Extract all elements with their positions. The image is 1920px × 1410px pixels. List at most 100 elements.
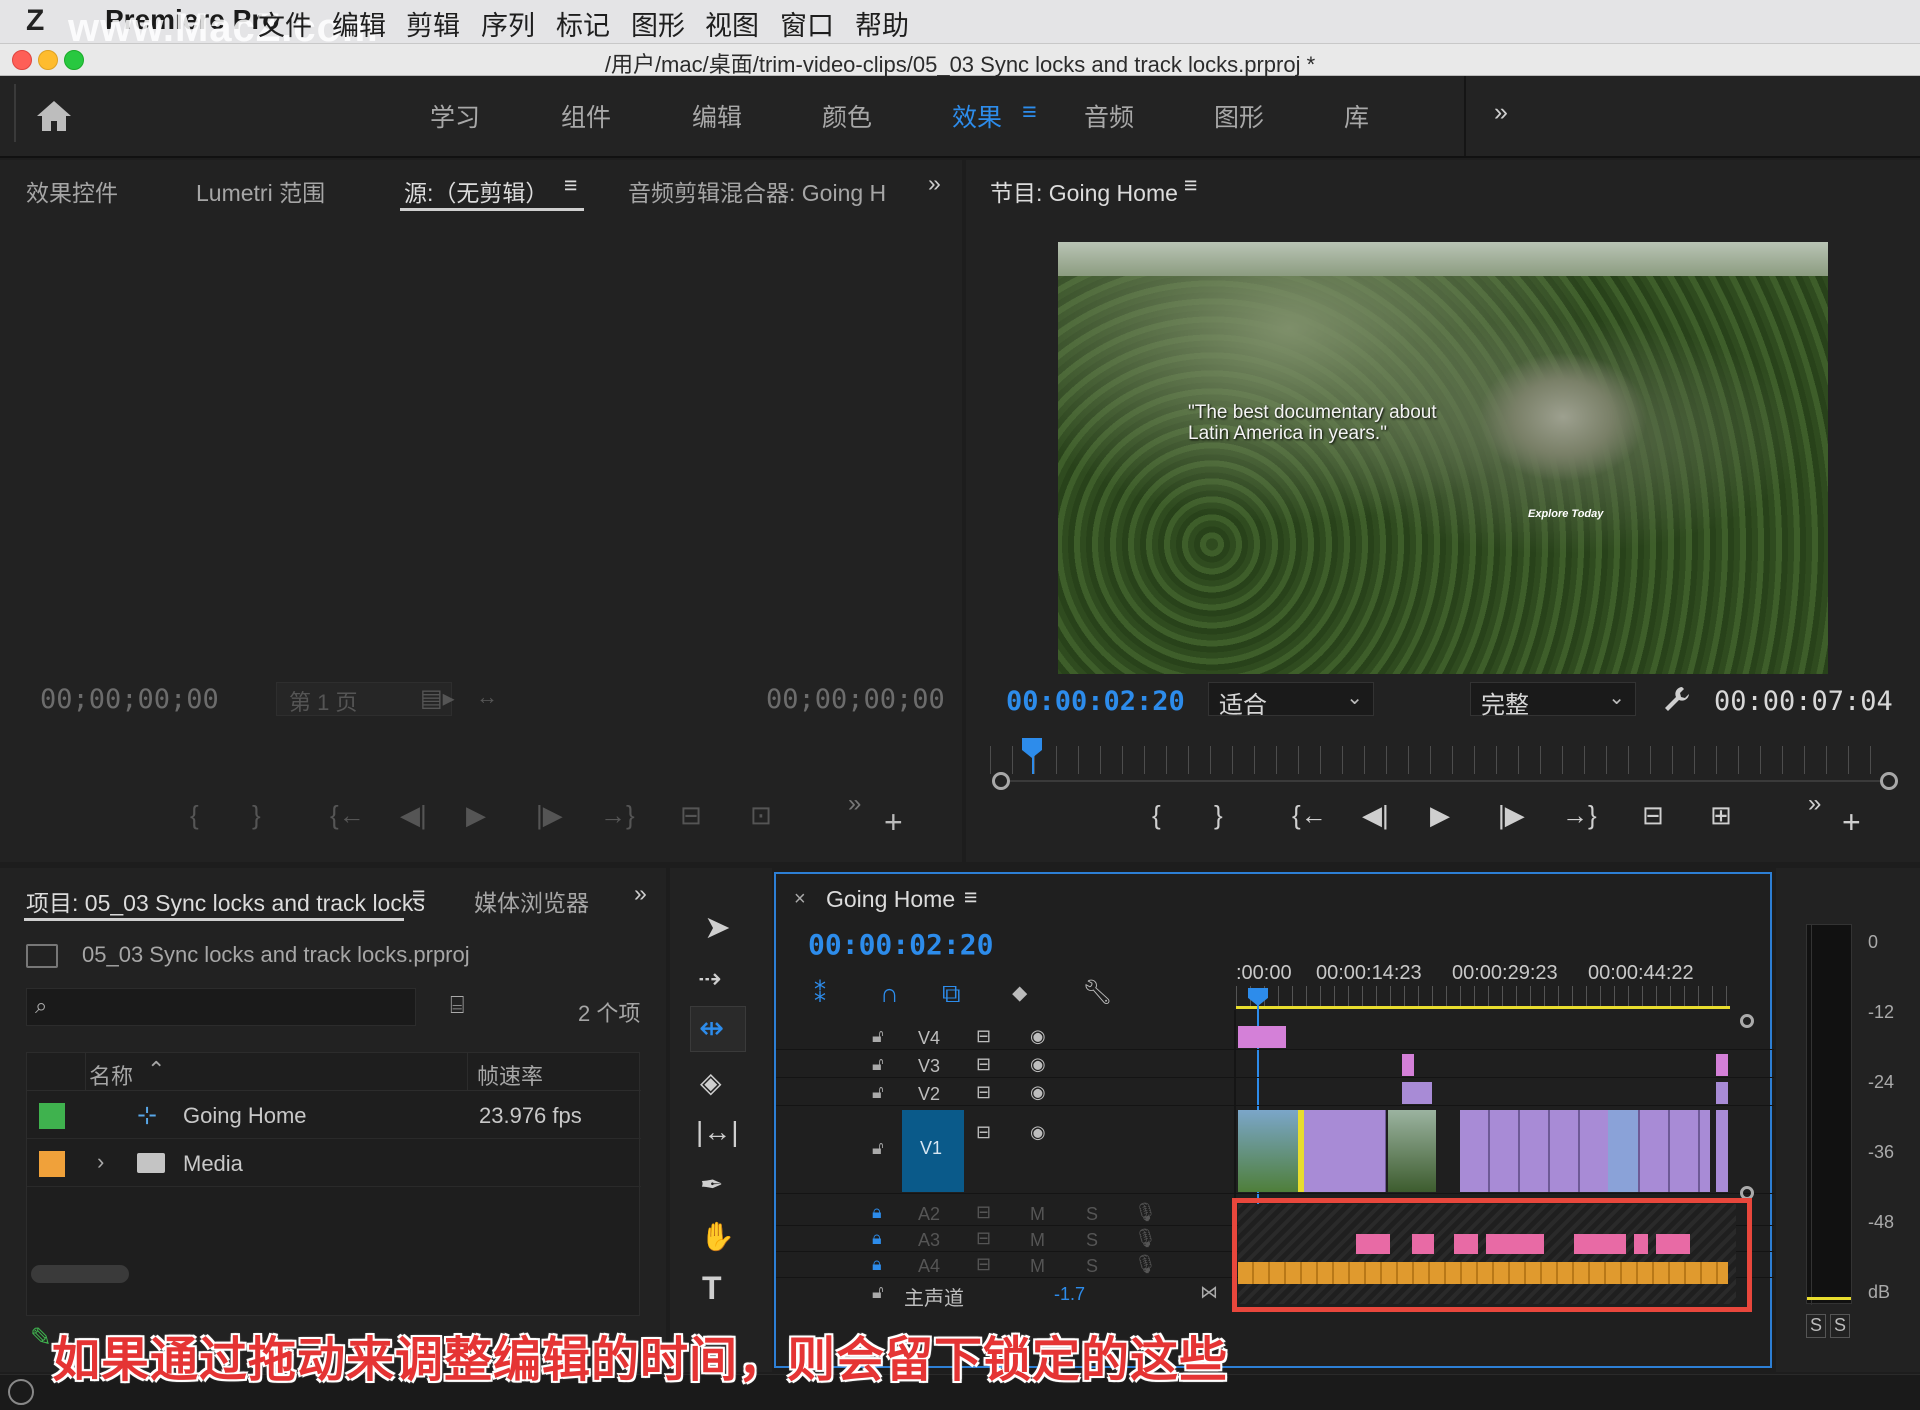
track-label[interactable]: V3	[918, 1056, 940, 1077]
add-button-icon[interactable]: +	[884, 804, 903, 841]
settings-arrows-icon[interactable]: ↔	[476, 684, 498, 710]
menu-edit[interactable]: 编辑	[332, 4, 386, 43]
zoom-handle-left[interactable]	[992, 772, 1010, 790]
lock-icon[interactable]: 🔓︎	[872, 1282, 884, 1303]
col-fps-header[interactable]: 帧速率	[477, 1059, 543, 1091]
track-label[interactable]: A4	[918, 1256, 940, 1277]
insert-icon[interactable]: ⊟	[680, 800, 702, 831]
wrench-icon[interactable]	[1662, 684, 1692, 714]
quality-dropdown[interactable]: 完整 ⌄	[1470, 682, 1636, 719]
tab-source[interactable]: 源:（无剪辑）	[404, 174, 548, 208]
clip-v2[interactable]	[1402, 1082, 1432, 1104]
menu-file[interactable]: 文件	[258, 4, 312, 43]
program-menu-icon[interactable]: ≡	[1184, 172, 1197, 199]
more-workspaces-icon[interactable]: »	[1494, 98, 1508, 127]
mute-button[interactable]: M	[1030, 1256, 1045, 1277]
track-target-v1[interactable]: V1	[902, 1110, 964, 1192]
project-search-input[interactable]: ⌕	[26, 988, 416, 1026]
clip-v1[interactable]	[1304, 1110, 1386, 1192]
microphone-icon[interactable]: 🎙︎	[1134, 1228, 1157, 1249]
home-icon[interactable]	[34, 98, 74, 134]
eye-icon[interactable]: ◉	[1030, 1054, 1046, 1075]
workspace-tab-graphics[interactable]: 图形	[1214, 98, 1264, 134]
go-to-in-icon[interactable]: {←	[1292, 800, 1327, 831]
clip-v4[interactable]	[1238, 1026, 1286, 1048]
snap-magnet-icon[interactable]: ∩	[880, 978, 899, 1009]
nest-sequence-icon[interactable]: ⁑	[814, 980, 826, 1009]
label-color-swatch[interactable]	[39, 1151, 65, 1177]
clip-v1[interactable]	[1608, 1110, 1638, 1192]
solo-button[interactable]: S	[1086, 1204, 1098, 1225]
track-label[interactable]: V4	[918, 1028, 940, 1049]
selection-tool-icon[interactable]: ➤	[704, 908, 731, 946]
scroll-handle[interactable]	[1740, 1014, 1754, 1028]
overwrite-icon[interactable]: ⊡	[750, 800, 772, 831]
zoom-bar[interactable]	[1000, 780, 1898, 782]
tab-lumetri-scopes[interactable]: Lumetri 范围	[196, 174, 325, 208]
chevron-right-icon[interactable]: ›	[97, 1149, 104, 1175]
workspace-menu-icon[interactable]: ≡	[1022, 98, 1037, 127]
step-back-icon[interactable]: ◀|	[1362, 800, 1389, 831]
slip-tool-icon[interactable]: |↔|	[696, 1116, 739, 1148]
sync-lock-icon[interactable]: ⊟	[976, 1082, 991, 1103]
solo-left-button[interactable]: S	[1806, 1314, 1826, 1338]
workspace-tab-learning[interactable]: 学习	[430, 98, 480, 134]
clip-v1-thumb[interactable]	[1238, 1110, 1298, 1192]
lock-icon[interactable]: 🔓︎	[872, 1138, 884, 1159]
more-panels-icon[interactable]: »	[634, 880, 647, 907]
razor-tool-icon[interactable]: ◈	[700, 1066, 722, 1099]
more-panels-icon[interactable]: »	[928, 170, 941, 197]
clip-v1-thumb[interactable]	[1388, 1110, 1436, 1192]
tab-project[interactable]: 项目: 05_03 Sync locks and track locks	[26, 884, 425, 918]
track-label[interactable]: V2	[918, 1084, 940, 1105]
sequence-tab[interactable]: Going Home	[826, 886, 955, 913]
lock-icon[interactable]: 🔓︎	[872, 1082, 884, 1103]
mute-button[interactable]: M	[1030, 1230, 1045, 1251]
clip-v2[interactable]	[1716, 1082, 1728, 1104]
more-controls-icon[interactable]: »	[848, 790, 861, 818]
bow-tie-icon[interactable]: ⋈	[1200, 1282, 1218, 1303]
go-to-out-icon[interactable]: →}	[600, 800, 635, 831]
tab-media-browser[interactable]: 媒体浏览器	[474, 884, 589, 918]
master-volume-value[interactable]: -1.7	[1054, 1284, 1085, 1305]
add-marker-icon[interactable]: ⬥	[1012, 980, 1027, 1006]
timeline-timecode[interactable]: 00:00:02:20	[808, 928, 993, 961]
sync-lock-icon[interactable]: ⊟	[976, 1026, 991, 1047]
more-controls-icon[interactable]: »	[1808, 790, 1821, 818]
clip-v1[interactable]	[1460, 1110, 1710, 1192]
menu-window[interactable]: 窗口	[780, 4, 834, 43]
mark-out-icon[interactable]: }	[252, 800, 261, 831]
timeline-settings-icon[interactable]: 🔧︎	[1082, 978, 1112, 1007]
lock-icon[interactable]: 🔒︎	[872, 1254, 882, 1275]
track-label[interactable]: A3	[918, 1230, 940, 1251]
horizontal-scrollbar[interactable]	[31, 1265, 129, 1283]
mark-in-icon[interactable]: {	[190, 800, 199, 831]
find-icon[interactable]: ⌸	[450, 992, 464, 1020]
menu-graphics[interactable]: 图形	[631, 4, 685, 43]
project-menu-icon[interactable]: ≡	[412, 882, 425, 909]
mute-button[interactable]: M	[1030, 1204, 1045, 1225]
add-button-icon[interactable]: +	[1842, 804, 1861, 841]
linked-selection-icon[interactable]: ⧉	[942, 978, 961, 1010]
lock-icon[interactable]: 🔓︎	[872, 1026, 884, 1047]
workspace-tab-audio[interactable]: 音频	[1084, 98, 1134, 134]
eye-icon[interactable]: ◉	[1030, 1122, 1046, 1143]
workspace-tab-editing[interactable]: 编辑	[692, 98, 742, 134]
list-item[interactable]: ⊹ Going Home 23.976 fps	[27, 1093, 641, 1139]
lift-icon[interactable]: ⊟	[1642, 800, 1664, 831]
zoom-handle-right[interactable]	[1880, 772, 1898, 790]
hand-tool-icon[interactable]: ✋	[700, 1220, 735, 1253]
sync-lock-icon[interactable]: ⊟	[976, 1202, 991, 1223]
sort-ascending-icon[interactable]: ⌃	[147, 1057, 165, 1083]
sync-lock-icon[interactable]: ⊟	[976, 1122, 991, 1143]
apple-icon[interactable]: Z	[26, 4, 62, 40]
microphone-icon[interactable]: 🎙︎	[1134, 1254, 1157, 1275]
menu-help[interactable]: 帮助	[855, 4, 909, 43]
menu-markers[interactable]: 标记	[556, 4, 610, 43]
work-area-bar[interactable]	[1236, 1006, 1730, 1009]
step-back-icon[interactable]: ◀|	[400, 800, 427, 831]
list-item[interactable]: › Media	[27, 1141, 641, 1187]
track-label[interactable]: A2	[918, 1204, 940, 1225]
ripple-edit-tool[interactable]: ⇹	[690, 1006, 746, 1052]
program-ruler[interactable]	[990, 746, 1876, 774]
